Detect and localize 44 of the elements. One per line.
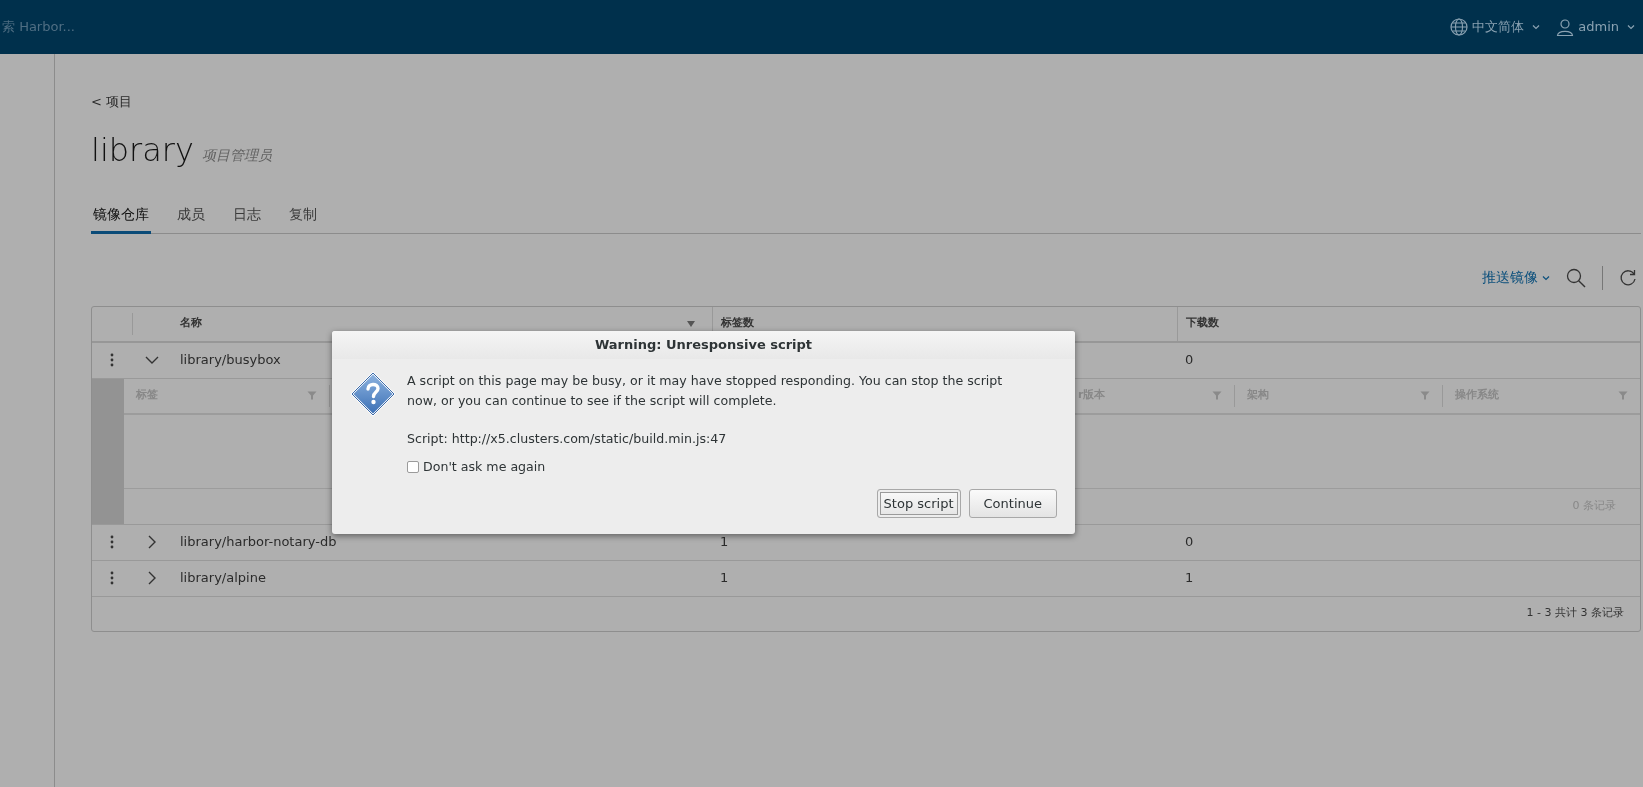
dialog-title: Warning: Unresponsive script (594, 336, 813, 355)
sort-icon[interactable] (686, 319, 696, 328)
repository-name: library/harbor-notary-db (179, 533, 338, 552)
caret-icon (1542, 274, 1550, 281)
more-icon[interactable] (110, 535, 114, 549)
user-icon (1556, 18, 1575, 36)
chevron-right-icon[interactable] (148, 535, 156, 549)
caret-icon (1627, 24, 1635, 30)
repository-name: library/alpine (179, 569, 267, 588)
globe-icon (1450, 18, 1469, 36)
tab[interactable]: 日志 (231, 199, 263, 234)
project-title: library (91, 133, 194, 166)
download-count: 1 (1184, 569, 1195, 588)
tab[interactable]: 成员 (175, 199, 207, 234)
column-header: 下载数 (1185, 315, 1219, 332)
user-menu[interactable]: admin (1556, 17, 1635, 37)
chevron-right-icon[interactable] (148, 571, 156, 585)
download-count: 0 (1184, 351, 1195, 370)
dialog-button[interactable]: Continue (968, 488, 1057, 519)
search-icon[interactable] (1566, 267, 1586, 288)
tag-count: 1 (719, 534, 729, 550)
script-location: Script: http://x5.clusters.com/static/build.min.js:47 (407, 430, 728, 448)
column-header: 标签数 (720, 315, 754, 332)
search-field[interactable]: 索 Harbor... (2, 17, 202, 37)
caret-icon (1532, 24, 1541, 30)
refresh-icon[interactable] (1619, 268, 1637, 287)
dialog-message: A script on this page may be busy, or it may have stopped responding. You can stop the script now, or you can continue to see if the script will complete. (407, 372, 1004, 410)
project-role: 项目管理员 (201, 145, 272, 165)
more-icon[interactable] (110, 353, 114, 367)
download-count: 0 (1184, 533, 1195, 552)
column-header: 名称 (179, 315, 202, 332)
dialog-button[interactable]: Stop script (876, 488, 961, 519)
dont-ask-checkbox[interactable]: Don't ask me again (407, 458, 1035, 477)
chevron-down-icon[interactable] (145, 356, 159, 364)
tab[interactable]: 镜像仓库 (91, 199, 151, 234)
question-icon (350, 371, 396, 417)
back-link[interactable]: < 项目 (91, 92, 133, 112)
push-image-button[interactable]: 推送镜像 (1482, 267, 1550, 288)
record-count: 1 - 3 共计 3 条记录 (1526, 605, 1624, 622)
repository-name: library/busybox (179, 351, 282, 370)
tab[interactable]: 复制 (287, 199, 319, 234)
language-menu[interactable]: 中文简体 (1450, 17, 1541, 37)
tag-count: 1 (719, 570, 729, 586)
more-icon[interactable] (110, 571, 114, 585)
